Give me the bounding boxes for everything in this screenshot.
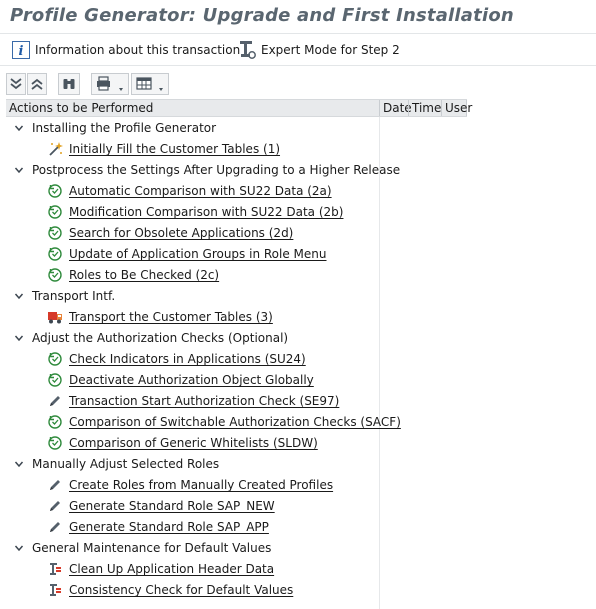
expert-mode-label: Expert Mode for Step 2 (261, 43, 400, 57)
tree-action-row[interactable]: Initially Fill the Customer Tables (1) (0, 139, 379, 160)
tree-column-header: Actions to be Performed Date Time User (6, 99, 472, 117)
tree-action-row[interactable]: Deactivate Authorization Object Globally (0, 370, 379, 391)
tree-toolbar (0, 70, 596, 98)
tree-group-row[interactable]: Postprocess the Settings After Upgrading… (0, 160, 400, 181)
tree-action-link[interactable]: Generate Standard Role SAP_NEW (69, 499, 275, 514)
info-button-label: Information about this transaction (35, 43, 241, 57)
pencil-icon (50, 480, 60, 490)
collapse-all-button[interactable] (27, 73, 47, 95)
tree-action-row[interactable]: Consistency Check for Default Values (0, 580, 379, 601)
tree-action-link[interactable]: Generate Standard Role SAP_APP (69, 520, 269, 535)
tree-action-link[interactable]: Consistency Check for Default Values (69, 583, 293, 598)
truck-icon (48, 312, 62, 324)
tree-action-row[interactable]: Update of Application Groups in Role Men… (0, 244, 379, 265)
tree-action-link[interactable]: Update of Application Groups in Role Men… (69, 247, 327, 262)
refresh-icon (48, 268, 62, 282)
title-divider (0, 33, 596, 34)
tree-action-row[interactable]: Roles to Be Checked (2c) (0, 265, 379, 286)
tree-action-link[interactable]: Roles to Be Checked (2c) (69, 268, 219, 283)
find-button[interactable] (58, 73, 80, 95)
tool-icon (50, 563, 61, 575)
refresh-icon (48, 205, 62, 219)
tree-action-link[interactable]: Comparison of Generic Whitelists (SLDW) (69, 436, 318, 451)
tree-group-label: Adjust the Authorization Checks (Optiona… (32, 331, 289, 345)
tree-action-row[interactable]: Transaction Start Authorization Check (S… (0, 391, 379, 412)
collapse-all-icon (31, 78, 43, 90)
column-date[interactable]: Date (379, 100, 412, 116)
expand-all-icon (10, 78, 22, 90)
pencil-icon (50, 501, 60, 511)
toolbar-divider (0, 65, 596, 66)
tree-action-row[interactable]: Comparison of Generic Whitelists (SLDW) (0, 433, 379, 454)
tree-action-row[interactable]: Search for Obsolete Applications (2d) (0, 223, 379, 244)
refresh-icon (48, 373, 62, 387)
tree-action-row[interactable]: Check Indicators in Applications (SU24) (0, 349, 379, 370)
tree-group-label: Transport Intf. (32, 289, 116, 303)
column-user[interactable]: User (441, 100, 472, 116)
tree-group-label: Postprocess the Settings After Upgrading… (32, 163, 401, 177)
tree-action-row[interactable]: Clean Up Application Header Data (0, 559, 379, 580)
tree-group-label: Manually Adjust Selected Roles (32, 457, 220, 471)
tree-action-row[interactable]: Create Roles from Manually Created Profi… (0, 475, 379, 496)
refresh-icon (48, 415, 62, 429)
print-icon (97, 76, 123, 91)
tree-group-label: Installing the Profile Generator (32, 121, 217, 135)
tree-action-link[interactable]: Check Indicators in Applications (SU24) (69, 352, 306, 367)
expert-mode-button[interactable]: Expert Mode for Step 2 (238, 40, 400, 60)
chevron-down-icon[interactable] (14, 165, 24, 175)
tree-action-link[interactable]: Transaction Start Authorization Check (S… (69, 394, 339, 409)
chevron-down-icon[interactable] (14, 543, 24, 553)
column-actions[interactable]: Actions to be Performed (6, 100, 379, 116)
refresh-icon (48, 226, 62, 240)
tree-action-link[interactable]: Comparison of Switchable Authorization C… (69, 415, 401, 430)
tree-action-link[interactable]: Deactivate Authorization Object Globally (69, 373, 314, 388)
tree-action-row[interactable]: Comparison of Switchable Authorization C… (0, 412, 401, 433)
chevron-down-icon[interactable] (14, 333, 24, 343)
tree-action-link[interactable]: Clean Up Application Header Data (69, 562, 274, 577)
tool-icon (50, 584, 61, 596)
chevron-down-icon[interactable] (14, 123, 24, 133)
layout-button[interactable] (131, 73, 169, 95)
application-toolbar: i Information about this transaction Exp… (0, 36, 596, 64)
table-layout-icon (136, 77, 163, 91)
pencil-icon (50, 396, 60, 406)
tree-action-link[interactable]: Automatic Comparison with SU22 Data (2a) (69, 184, 332, 199)
tree-action-link[interactable]: Initially Fill the Customer Tables (1) (69, 142, 280, 157)
tree-action-row[interactable]: Modification Comparison with SU22 Data (… (0, 202, 379, 223)
page-title: Profile Generator: Upgrade and First Ins… (10, 5, 514, 26)
column-time[interactable]: Time (408, 100, 441, 116)
tree-action-row[interactable]: Automatic Comparison with SU22 Data (2a) (0, 181, 379, 202)
pencil-icon (50, 522, 60, 532)
tree-action-link[interactable]: Search for Obsolete Applications (2d) (69, 226, 293, 241)
chevron-down-icon[interactable] (14, 459, 24, 469)
refresh-icon (48, 247, 62, 261)
tree-group-label: General Maintenance for Default Values (32, 541, 272, 555)
column-separator (379, 117, 380, 609)
tree-action-row[interactable]: Transport the Customer Tables (3) (0, 307, 379, 328)
chevron-down-icon[interactable] (14, 291, 24, 301)
tree-action-row[interactable]: Generate Standard Role SAP_APP (0, 517, 379, 538)
expand-all-button[interactable] (6, 73, 26, 95)
tree-group-row[interactable]: Installing the Profile Generator (0, 118, 379, 139)
print-button[interactable] (91, 73, 129, 95)
tree-action-link[interactable]: Modification Comparison with SU22 Data (… (69, 205, 343, 220)
wand-icon (49, 142, 63, 156)
tree-action-row[interactable]: Generate Standard Role SAP_NEW (0, 496, 379, 517)
tree-action-link[interactable]: Create Roles from Manually Created Profi… (69, 478, 333, 493)
refresh-icon (48, 352, 62, 366)
binoculars-icon (63, 79, 75, 89)
expert-mode-icon (238, 40, 256, 60)
tree-group-row[interactable]: Manually Adjust Selected Roles (0, 454, 379, 475)
tree-group-row[interactable]: Transport Intf. (0, 286, 379, 307)
info-button[interactable]: i Information about this transaction (12, 40, 240, 60)
tree-action-link[interactable]: Transport the Customer Tables (3) (69, 310, 273, 325)
tree-group-row[interactable]: Adjust the Authorization Checks (Optiona… (0, 328, 379, 349)
refresh-icon (48, 184, 62, 198)
refresh-icon (48, 436, 62, 450)
info-icon: i (12, 40, 30, 60)
tree-group-row[interactable]: General Maintenance for Default Values (0, 538, 379, 559)
svg-text:i: i (19, 44, 24, 59)
